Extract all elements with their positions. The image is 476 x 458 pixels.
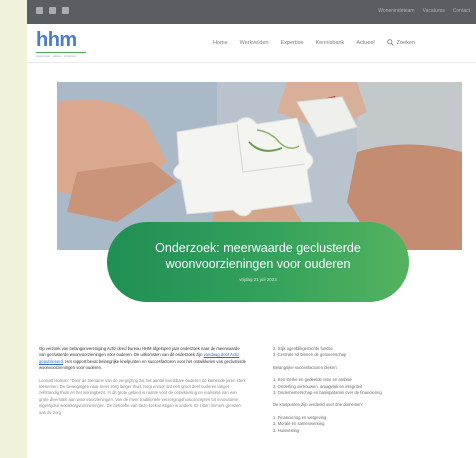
list-item: 3. Ondernemerschap en basisparamis over … [273, 390, 382, 396]
article-body: Lennart Homan: “Door de toename van de v… [39, 377, 246, 415]
article-title-banner: Onderzoek: meerwaarde geclusterde woonvo… [107, 222, 409, 302]
nav-item-actueel[interactable]: Actueel [356, 40, 374, 46]
top-bar: Wonenindeteam Vacatures Contact [27, 0, 476, 24]
logo-text: hhm [36, 29, 77, 51]
site-header: hhm onderzoek · advies · projecten Home … [27, 24, 476, 63]
top-link[interactable]: Vacatures [423, 8, 445, 14]
nav-item-expertise[interactable]: Expertise [281, 40, 304, 46]
section-heading-knelpunten: De knelpunten zijn verdeeld over drie do… [273, 402, 363, 408]
linkedin-icon[interactable] [36, 7, 43, 14]
list-succesfactoren: 1. Een sterke en gedeelde visie en ambit… [273, 377, 468, 396]
page: Wonenindeteam Vacatures Contact hhm onde… [27, 0, 476, 458]
search-label: Zoeken [396, 39, 416, 46]
nav-item-kennisbank[interactable]: Kennisbank [316, 40, 345, 46]
logo-underline [36, 52, 86, 53]
article-left-column: Op verzoek van belangenvereniging Actiz … [39, 346, 246, 422]
section-heading-succesfactoren: Belangrijke succesfactoren bleken: [273, 364, 338, 370]
twitter-icon[interactable] [62, 7, 69, 14]
article-intro: Op verzoek van belangenvereniging Actiz … [39, 346, 246, 372]
logo[interactable]: hhm onderzoek · advies · projecten [36, 29, 86, 58]
nav-item-home[interactable]: Home [213, 40, 228, 46]
top-link[interactable]: Wonenindeteam [378, 8, 414, 14]
top-links: Wonenindeteam Vacatures Contact [378, 8, 470, 14]
nav-item-werkvelden[interactable]: Werkvelden [240, 40, 269, 46]
article-right-column: 2. Stijk ogenblikgemichte functie 3. Cen… [273, 346, 468, 440]
search-button[interactable]: Zoeken [386, 39, 416, 46]
social-links [36, 7, 69, 14]
list-functions: 2. Stijk ogenblikgemichte functie 3. Cen… [273, 346, 468, 359]
mail-icon[interactable] [49, 7, 56, 14]
search-icon [386, 39, 394, 46]
article-date: vrijdag 21 juli 2023 [239, 277, 277, 282]
list-item: 3. Centrale rol binnen de gemeenschap [273, 352, 347, 358]
top-link[interactable]: Contact [453, 8, 470, 14]
logo-tagline: onderzoek · advies · projecten [36, 54, 77, 58]
main-nav: Home Werkvelden Expertise Kennisbank Act… [213, 39, 415, 46]
intro-text-end: . Het rapport bevat belangrijke knelpunt… [39, 358, 246, 371]
article-title: Onderzoek: meerwaarde geclusterde woonvo… [155, 241, 361, 271]
list-knelpunten: 1. Financiering en wetgeving 2. Morale e… [273, 415, 468, 434]
list-item: 3. Huisvesting [273, 427, 300, 433]
